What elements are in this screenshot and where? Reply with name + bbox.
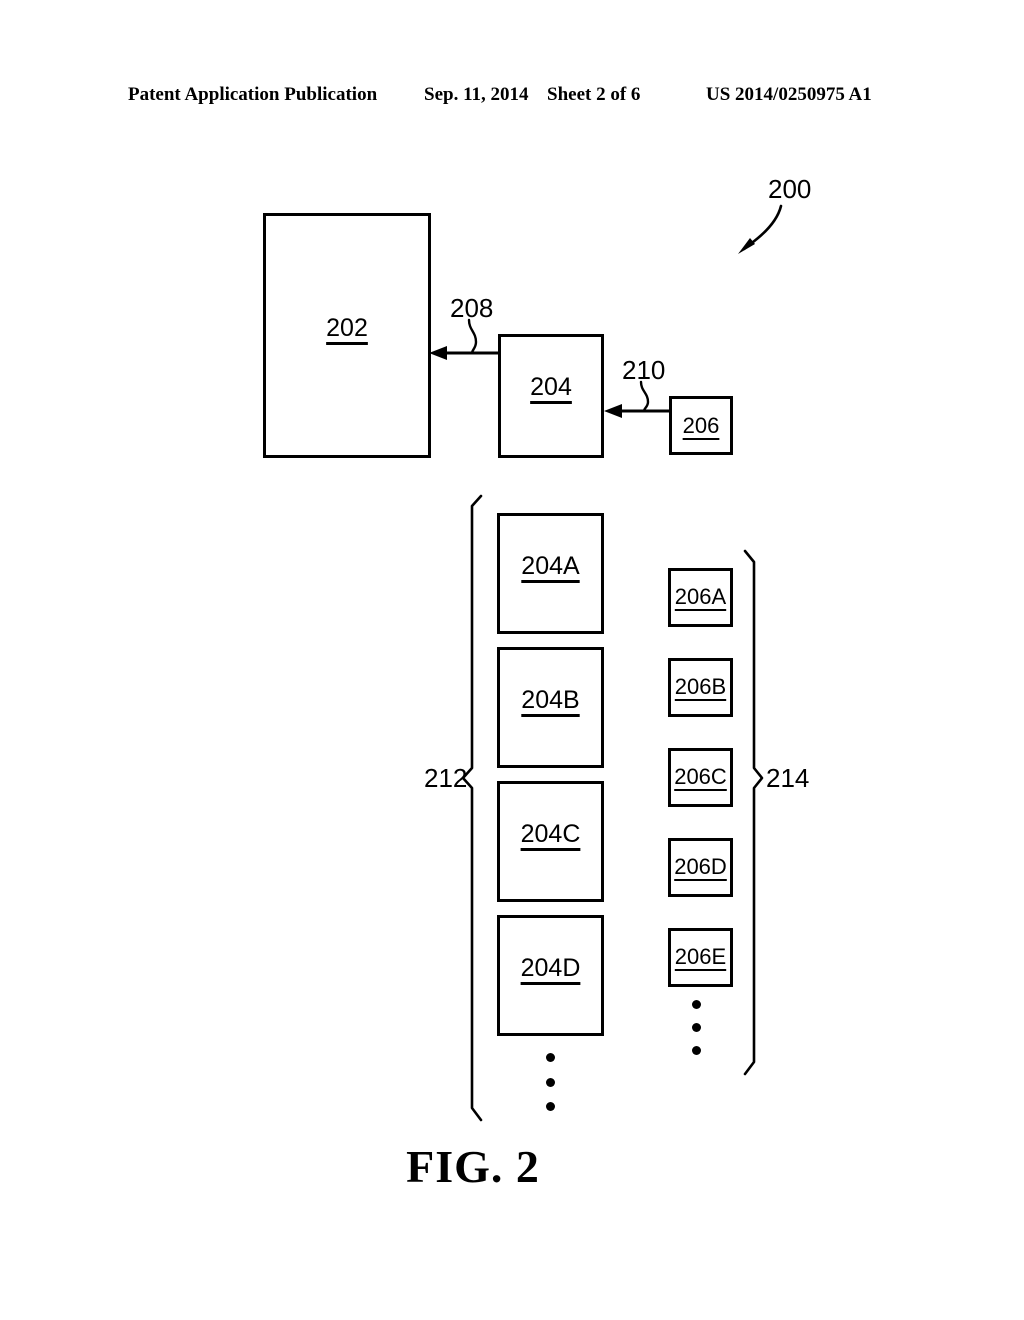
ellipsis-dots-204-column (545, 1053, 555, 1111)
reference-numeral-208: 208 (450, 293, 494, 323)
block-202[interactable]: 202 (263, 213, 431, 458)
ellipsis-dot (691, 1046, 701, 1055)
block-206e[interactable]: 206E (668, 928, 733, 987)
block-204-label: 204 (530, 373, 572, 401)
ellipsis-dot (545, 1077, 555, 1087)
block-206d-label: 206D (674, 854, 727, 879)
figure-caption-text: FIG. 2 (406, 1141, 540, 1192)
reference-numeral-200: 200 (768, 174, 812, 204)
block-204c-label: 204C (520, 820, 581, 848)
connector-210-arrow (604, 380, 669, 418)
block-206[interactable]: 206 (669, 396, 733, 455)
reference-numeral-214: 214 (766, 763, 810, 793)
block-206c-label: 206C (674, 764, 727, 789)
system-ref-200-arrow (738, 204, 783, 254)
block-206a[interactable]: 206A (668, 568, 733, 627)
block-206a-label: 206A (674, 584, 727, 609)
block-206b-label: 206B (674, 674, 727, 699)
block-204d[interactable]: 204D (497, 915, 604, 1036)
block-204d-label: 204D (520, 954, 581, 982)
block-204c[interactable]: 204C (497, 781, 604, 902)
block-204a[interactable]: 204A (497, 513, 604, 634)
block-204[interactable]: 204 (498, 334, 604, 458)
figure-caption: FIG. 2 (0, 1140, 1024, 1193)
block-206-label: 206 (682, 413, 720, 438)
ellipsis-dots-206-column (691, 1000, 701, 1055)
ellipsis-dot (691, 1023, 701, 1032)
block-206c[interactable]: 206C (668, 748, 733, 807)
ellipsis-dot (545, 1102, 555, 1111)
block-206d[interactable]: 206D (668, 838, 733, 897)
brace-212 (461, 494, 483, 1122)
brace-214 (743, 549, 764, 1076)
ellipsis-dot (691, 1000, 701, 1009)
block-204a-label: 204A (521, 552, 580, 580)
block-206e-label: 206E (674, 944, 727, 969)
figure-diagram: 202 204 206 204A 204B 204C 204D 206A 206… (0, 0, 1024, 1320)
block-204b[interactable]: 204B (497, 647, 604, 768)
block-202-label: 202 (326, 314, 368, 342)
reference-numeral-210: 210 (622, 355, 666, 385)
block-206b[interactable]: 206B (668, 658, 733, 717)
reference-numeral-212: 212 (424, 763, 468, 793)
block-204b-label: 204B (521, 686, 580, 714)
connector-208-arrow (429, 318, 498, 360)
ellipsis-dot (545, 1053, 555, 1062)
